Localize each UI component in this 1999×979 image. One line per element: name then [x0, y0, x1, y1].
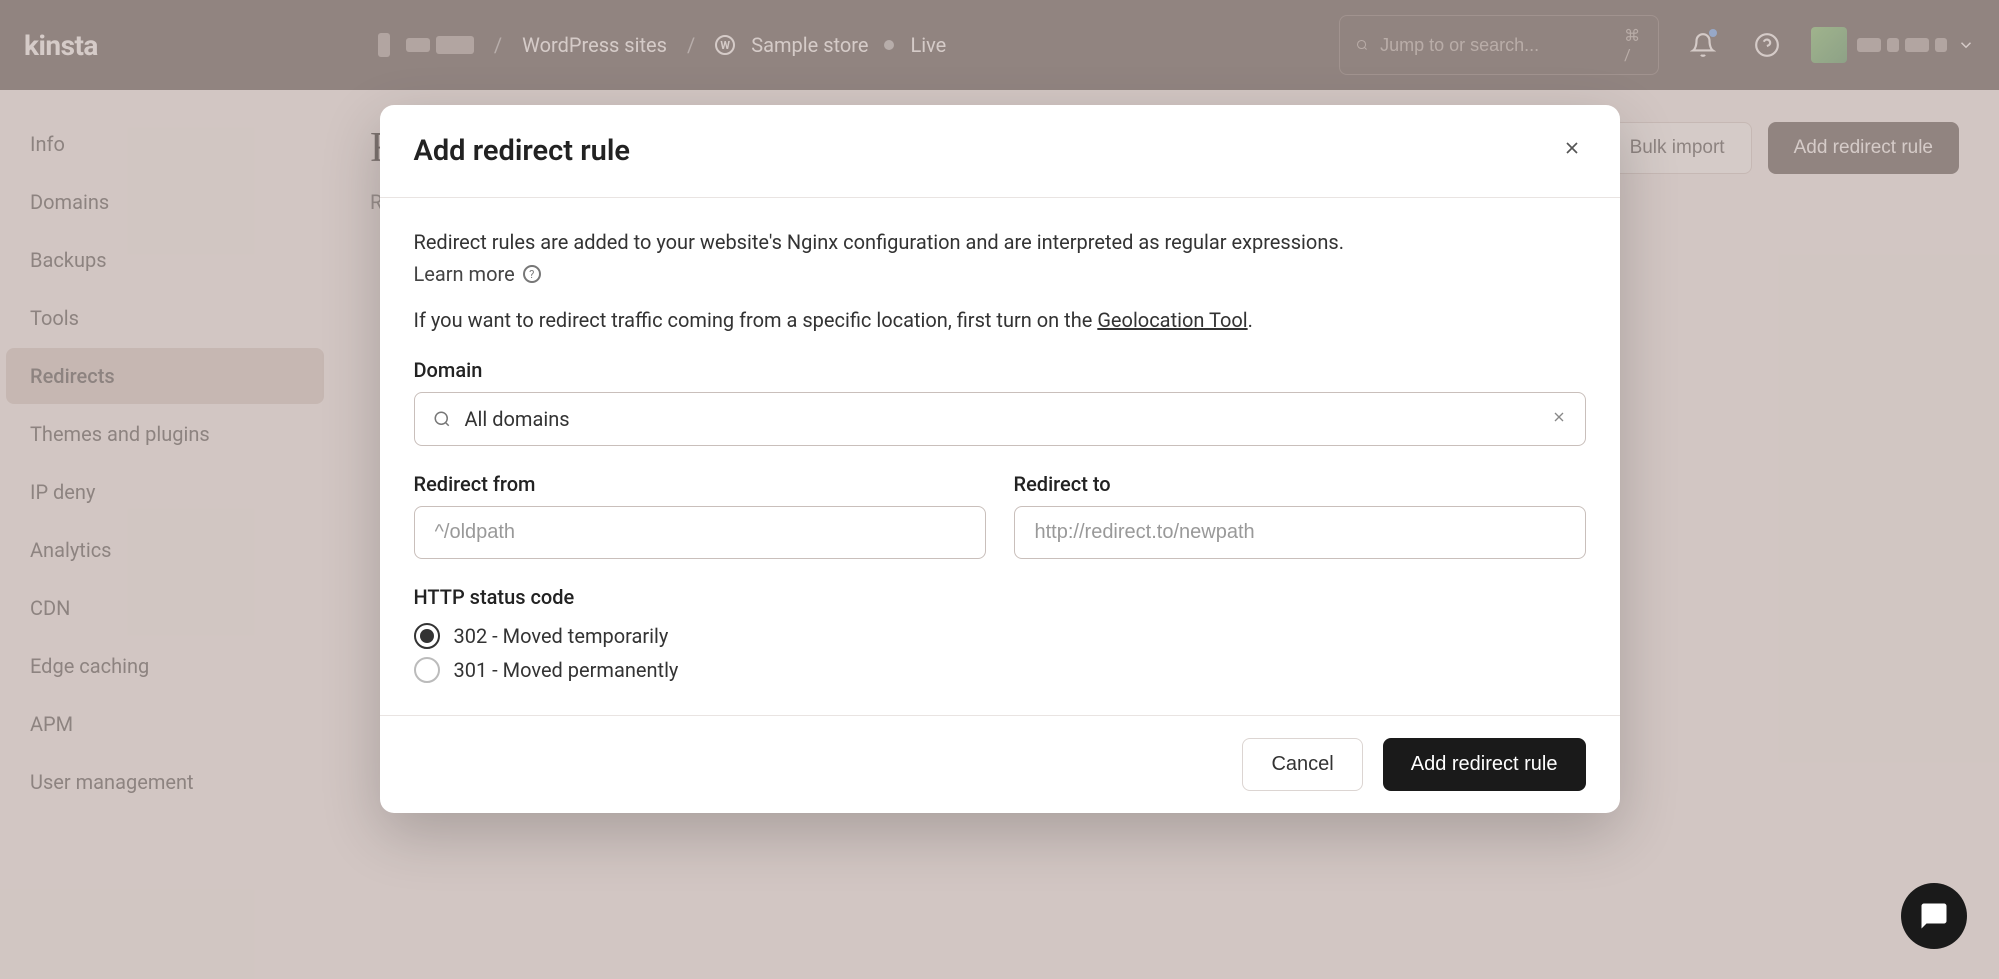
- intro-text: Redirect rules are added to your website…: [414, 226, 1586, 258]
- modal-title: Add redirect rule: [414, 134, 630, 168]
- geo-prefix: If you want to redirect traffic coming f…: [414, 308, 1098, 332]
- geo-text: If you want to redirect traffic coming f…: [414, 308, 1586, 332]
- domain-group: Domain All domains: [414, 358, 1586, 446]
- domain-value: All domains: [465, 407, 1537, 431]
- redirect-from-label: Redirect from: [414, 472, 986, 496]
- status-code-group: HTTP status code 302 - Moved temporarily…: [414, 585, 1586, 687]
- search-icon: [433, 410, 451, 428]
- status-code-label: HTTP status code: [414, 585, 1586, 609]
- modal-body: Redirect rules are added to your website…: [380, 198, 1620, 715]
- chat-button[interactable]: [1901, 883, 1967, 949]
- redirect-to-label: Redirect to: [1014, 472, 1586, 496]
- radio-301-label: 301 - Moved permanently: [454, 658, 679, 682]
- chat-icon: [1919, 901, 1949, 931]
- learn-more-link[interactable]: Learn more ?: [414, 262, 541, 286]
- radio-302[interactable]: 302 - Moved temporarily: [414, 619, 1586, 653]
- domain-label: Domain: [414, 358, 1586, 382]
- redirect-from-group: Redirect from: [414, 472, 986, 559]
- radio-301[interactable]: 301 - Moved permanently: [414, 653, 1586, 687]
- domain-select[interactable]: All domains: [414, 392, 1586, 446]
- modal-overlay[interactable]: Add redirect rule Redirect rules are add…: [0, 0, 1999, 979]
- close-icon: [1551, 409, 1567, 425]
- redirect-to-input[interactable]: [1014, 506, 1586, 559]
- cancel-button[interactable]: Cancel: [1242, 738, 1362, 791]
- modal-footer: Cancel Add redirect rule: [380, 715, 1620, 813]
- radio-302-label: 302 - Moved temporarily: [454, 624, 669, 648]
- info-icon: ?: [523, 265, 541, 283]
- learn-more-label: Learn more: [414, 262, 515, 286]
- clear-domain-button[interactable]: [1551, 409, 1567, 430]
- add-redirect-modal: Add redirect rule Redirect rules are add…: [380, 105, 1620, 813]
- redirect-to-group: Redirect to: [1014, 472, 1586, 559]
- close-icon: [1562, 138, 1582, 158]
- radio-icon-unchecked: [414, 657, 440, 683]
- radio-icon-checked: [414, 623, 440, 649]
- close-button[interactable]: [1558, 133, 1586, 169]
- status-radio-group: 302 - Moved temporarily 301 - Moved perm…: [414, 619, 1586, 687]
- redirect-from-input[interactable]: [414, 506, 986, 559]
- submit-button[interactable]: Add redirect rule: [1383, 738, 1586, 791]
- redirect-row: Redirect from Redirect to: [414, 472, 1586, 559]
- geo-tool-link[interactable]: Geolocation Tool: [1097, 308, 1247, 332]
- geo-suffix: .: [1248, 308, 1253, 332]
- modal-header: Add redirect rule: [380, 105, 1620, 198]
